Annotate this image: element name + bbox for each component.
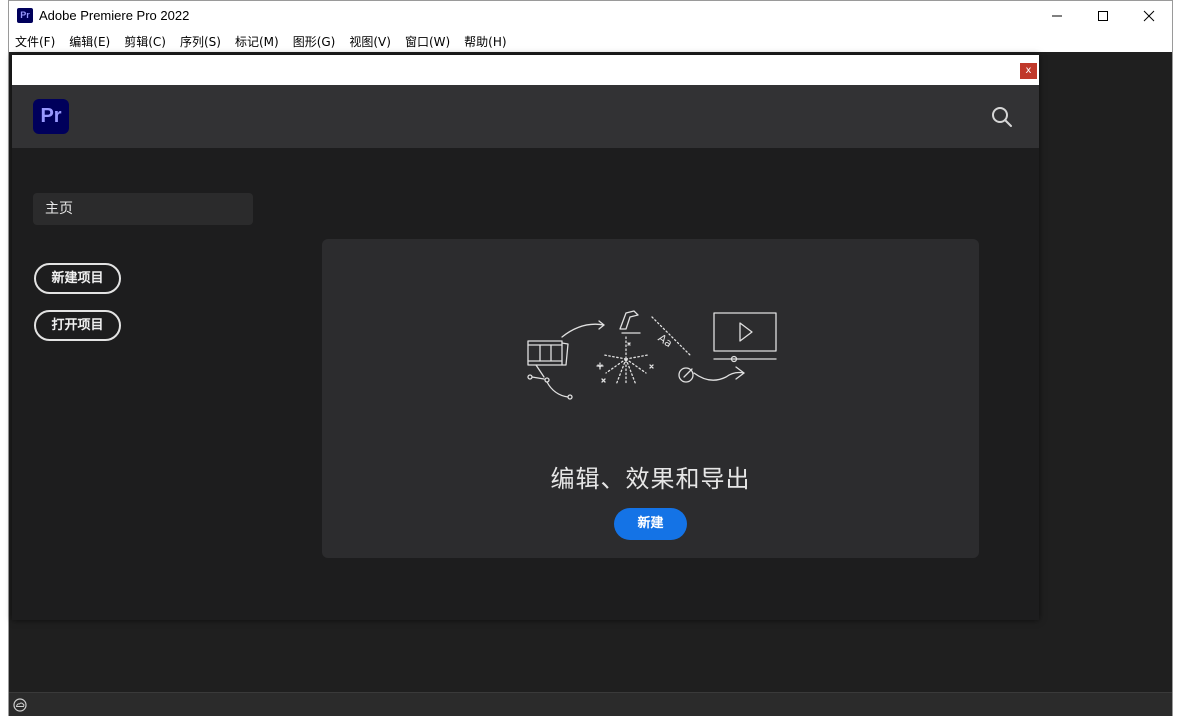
new-project-button[interactable]: 新建项目 xyxy=(34,263,121,294)
workspace-area: x Pr 主页 新建项目 打开项目 Aa 编辑、效果和导出 新建 xyxy=(9,52,1172,692)
menu-sequence[interactable]: 序列(S) xyxy=(180,33,221,50)
search-icon xyxy=(992,107,1012,127)
menu-edit[interactable]: 编辑(E) xyxy=(69,33,110,50)
title-bar: Pr Adobe Premiere Pro 2022 xyxy=(9,1,1172,31)
maximize-icon xyxy=(1098,11,1108,21)
card-title: 编辑、效果和导出 xyxy=(550,465,751,493)
menu-view[interactable]: 视图(V) xyxy=(349,33,391,50)
close-icon xyxy=(1143,10,1155,22)
menu-window[interactable]: 窗口(W) xyxy=(405,33,450,50)
status-bar xyxy=(9,692,1172,716)
dialog-top-bar: x xyxy=(12,55,1039,85)
maximize-button[interactable] xyxy=(1080,1,1126,31)
home-header: Pr xyxy=(12,85,1039,148)
get-started-card: Aa 编辑、效果和导出 新建 xyxy=(322,239,979,558)
search-button[interactable] xyxy=(990,105,1014,129)
menu-bar: 文件(F) 编辑(E) 剪辑(C) 序列(S) 标记(M) 图形(G) 视图(V… xyxy=(9,31,1172,52)
app-window: Pr Adobe Premiere Pro 2022 文件(F) 编辑(E) 剪… xyxy=(8,0,1173,716)
open-project-button[interactable]: 打开项目 xyxy=(34,310,121,341)
menu-file[interactable]: 文件(F) xyxy=(15,33,55,50)
creative-cloud-icon[interactable] xyxy=(13,698,27,712)
minimize-icon xyxy=(1052,15,1062,17)
window-title: Adobe Premiere Pro 2022 xyxy=(39,8,190,23)
minimize-button[interactable] xyxy=(1034,1,1080,31)
menu-clip[interactable]: 剪辑(C) xyxy=(124,33,166,50)
home-screen-dialog: x Pr 主页 新建项目 打开项目 Aa 编辑、效果和导出 新建 xyxy=(12,55,1039,620)
menu-markers[interactable]: 标记(M) xyxy=(235,33,279,50)
premiere-logo: Pr xyxy=(33,99,69,134)
menu-help[interactable]: 帮助(H) xyxy=(464,33,506,50)
dialog-close-button[interactable]: x xyxy=(1020,63,1037,79)
close-window-button[interactable] xyxy=(1126,1,1172,31)
nav-home[interactable]: 主页 xyxy=(33,193,253,225)
menu-graphics[interactable]: 图形(G) xyxy=(293,33,336,50)
edit-effects-export-illustration: Aa xyxy=(527,310,777,400)
new-button[interactable]: 新建 xyxy=(614,508,687,540)
premiere-app-icon: Pr xyxy=(17,8,33,23)
svg-text:Aa: Aa xyxy=(656,331,675,350)
